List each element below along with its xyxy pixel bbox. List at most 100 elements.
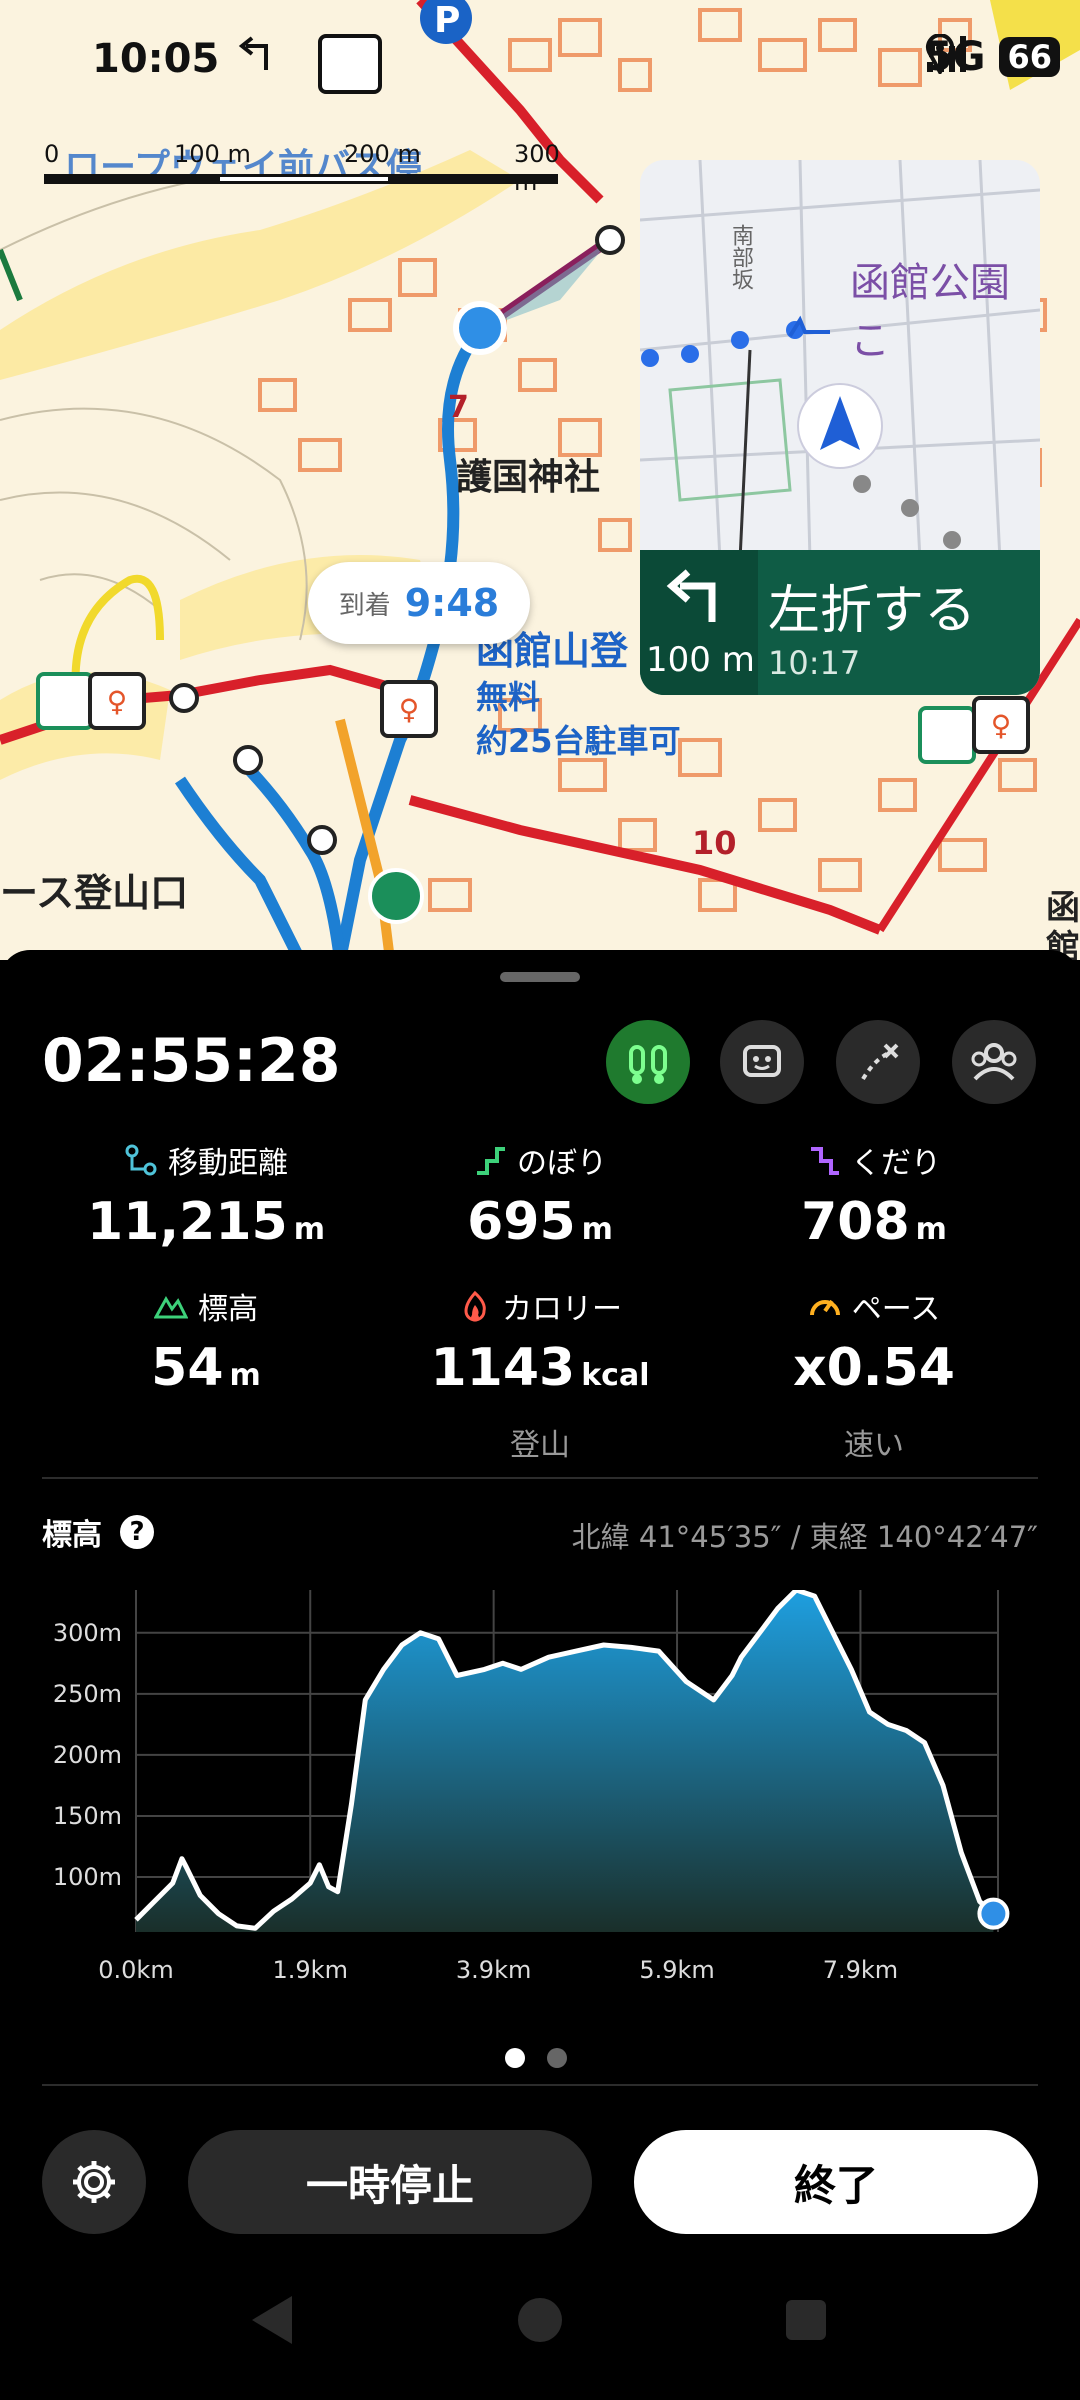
stat-label: くだり bbox=[851, 1146, 941, 1181]
settings-button[interactable] bbox=[42, 2130, 146, 2234]
distance-icon bbox=[125, 1144, 157, 1176]
face-button[interactable] bbox=[720, 1020, 804, 1104]
stat-subtitle: 登山 bbox=[510, 1428, 570, 1463]
x-tick-label: 5.9km bbox=[639, 1956, 714, 1984]
stat-value: 54 bbox=[151, 1338, 224, 1398]
stat-value: 1143 bbox=[430, 1338, 576, 1398]
minimap-side-street: 南部坂 bbox=[728, 224, 753, 290]
scale-label: 200 m bbox=[344, 140, 421, 168]
turn-distance: 100 m bbox=[646, 640, 755, 680]
x-tick-label: 1.9km bbox=[273, 1956, 348, 1984]
turn-instruction-text: 左折する bbox=[768, 581, 977, 641]
elevation-section-title: 標高 ? bbox=[42, 1510, 154, 1554]
pause-button[interactable]: 一時停止 bbox=[188, 2130, 592, 2234]
stat-descent: くだり 708 m bbox=[704, 1138, 1044, 1252]
stat-unit: m bbox=[581, 1212, 613, 1247]
coordinates-readout: 北緯 41°45′35″ / 東経 140°42′47″ bbox=[571, 1520, 1038, 1554]
shelter-icon[interactable] bbox=[36, 672, 94, 730]
shrine-label: 護国神社 bbox=[456, 457, 601, 498]
turn-indicator-icon bbox=[238, 36, 268, 70]
toilet-notification-icon bbox=[318, 34, 382, 94]
back-icon[interactable] bbox=[252, 2296, 292, 2344]
route-icon bbox=[629, 1045, 667, 1084]
stat-elevation: 標高 54 m bbox=[36, 1284, 376, 1398]
toilet-icon[interactable]: ♀ bbox=[88, 672, 146, 730]
x-tick-label: 7.9km bbox=[823, 1956, 898, 1984]
status-bar: 10:05 5G 66 bbox=[0, 30, 1080, 94]
battery-level: 66 bbox=[999, 37, 1060, 77]
stat-value: x0.54 bbox=[793, 1338, 955, 1398]
page-indicator bbox=[505, 2048, 567, 2068]
stat-value: 11,215 bbox=[87, 1192, 288, 1252]
group-button[interactable] bbox=[952, 1020, 1036, 1104]
shelter-icon[interactable] bbox=[918, 706, 976, 764]
elevation-chart[interactable]: 100m 150m 200m 250m 300m 0.0km 1.9km 3.9km 5.9km… bbox=[0, 1587, 1080, 1990]
stat-subtitle: 速い bbox=[844, 1428, 904, 1463]
y-tick-label: 250m bbox=[53, 1680, 122, 1708]
status-time: 10:05 bbox=[92, 36, 220, 82]
elevation-chart-svg: 100m 150m 200m 250m 300m 0.0km 1.9km 3.9km 5.9km… bbox=[53, 1587, 1010, 1984]
turn-time: 10:17 bbox=[768, 644, 861, 682]
route-number-10: 10 bbox=[692, 824, 737, 862]
route-off-icon bbox=[861, 1043, 899, 1081]
stat-unit: m bbox=[293, 1212, 325, 1247]
page-dot-active[interactable] bbox=[505, 2048, 525, 2068]
y-tick-label: 200m bbox=[53, 1741, 122, 1769]
stat-pace: ペース x0.54 速い bbox=[704, 1284, 1044, 1464]
face-icon bbox=[743, 1045, 781, 1077]
turn-instruction-panel[interactable]: 左折する 100 m 10:17 bbox=[640, 550, 1040, 695]
group-icon bbox=[971, 1043, 1017, 1081]
stat-unit: m bbox=[915, 1212, 947, 1247]
map-view[interactable]: P 護国神社 函館山登 無料 約25台駐車可 ース登山口 7 10 函 館 ロー… bbox=[0, 0, 1080, 960]
page-dot[interactable] bbox=[547, 2048, 567, 2068]
pace-icon bbox=[809, 1299, 840, 1316]
elapsed-timer: 02:55:28 bbox=[42, 1026, 341, 1096]
arrival-time-pill[interactable]: 到着 9:48 bbox=[308, 562, 530, 644]
toilet-icon[interactable]: ♀ bbox=[972, 696, 1030, 754]
route-off-button[interactable] bbox=[836, 1020, 920, 1104]
divider bbox=[42, 2084, 1038, 2086]
y-tick-label: 150m bbox=[53, 1802, 122, 1830]
descent-icon bbox=[811, 1147, 839, 1175]
stat-label: 標高 bbox=[198, 1292, 258, 1327]
sheet-drag-handle[interactable] bbox=[500, 972, 580, 982]
y-tick-label: 100m bbox=[53, 1863, 122, 1891]
recents-icon[interactable] bbox=[786, 2300, 826, 2340]
x-tick-label: 3.9km bbox=[456, 1956, 531, 1984]
trailhead-label: ース登山口 bbox=[0, 871, 189, 915]
elevation-icon bbox=[154, 1296, 188, 1319]
scale-label: 0 bbox=[44, 140, 60, 168]
stat-calories: カロリー 1143 kcal 登山 bbox=[370, 1284, 710, 1464]
current-position-point bbox=[977, 1897, 1010, 1930]
scale-label: 300 m bbox=[514, 140, 560, 196]
home-icon[interactable] bbox=[518, 2298, 562, 2342]
map-scale-bar: 0 100 m 200 m 300 m bbox=[44, 140, 564, 196]
end-button[interactable]: 終了 bbox=[634, 2130, 1038, 2234]
arrival-label: 到着 bbox=[338, 590, 391, 621]
nav-buttons bbox=[252, 2296, 826, 2344]
y-tick-label: 300m bbox=[53, 1619, 122, 1647]
divider bbox=[42, 1477, 1038, 1479]
stat-label: 移動距離 bbox=[168, 1146, 288, 1181]
ascent-icon bbox=[477, 1147, 505, 1175]
scale-label: 100 m bbox=[174, 140, 251, 168]
x-tick-label: 0.0km bbox=[98, 1956, 173, 1984]
arrival-time: 9:48 bbox=[404, 581, 500, 625]
signal-icon bbox=[926, 36, 966, 72]
toilet-icon[interactable]: ♀ bbox=[380, 680, 438, 738]
stat-unit: m bbox=[229, 1358, 261, 1393]
gear-icon bbox=[73, 2161, 115, 2203]
free-label: 無料 bbox=[476, 678, 541, 716]
elevation-area bbox=[136, 1590, 994, 1932]
stat-value: 695 bbox=[467, 1192, 576, 1252]
route-mode-button[interactable] bbox=[606, 1020, 690, 1104]
calorie-icon bbox=[464, 1290, 486, 1322]
stat-value: 708 bbox=[801, 1192, 910, 1252]
stat-label: のぼり bbox=[517, 1146, 607, 1181]
help-icon[interactable]: ? bbox=[120, 1515, 154, 1549]
navigation-minimap[interactable]: 函館公園こ 南部坂 左折する 100 m 10:17 bbox=[640, 160, 1040, 695]
stat-unit: kcal bbox=[581, 1358, 650, 1393]
stat-distance: 移動距離 11,215 m bbox=[36, 1138, 376, 1252]
system-nav-bar bbox=[0, 2260, 1080, 2380]
stat-ascent: のぼり 695 m bbox=[370, 1138, 710, 1252]
